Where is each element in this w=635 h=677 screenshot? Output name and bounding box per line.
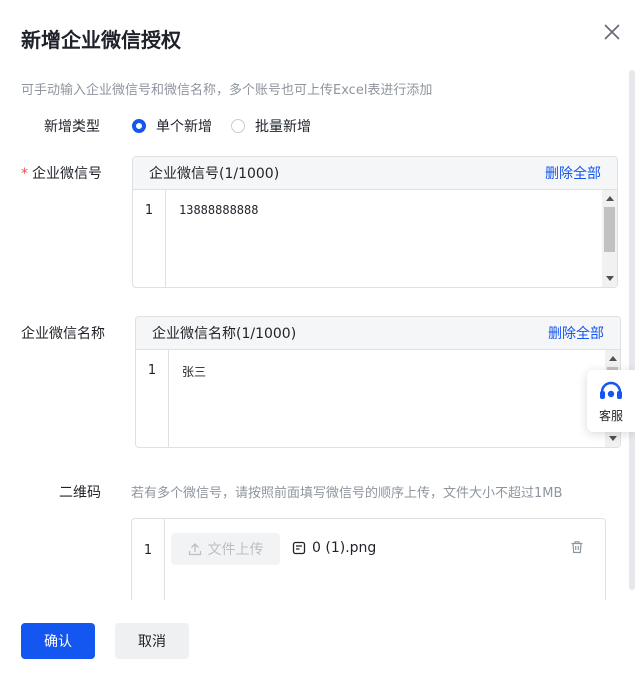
required-mark: * bbox=[21, 166, 28, 182]
line-number: 1 bbox=[133, 190, 166, 287]
wechat-name-textarea[interactable]: 张三 bbox=[182, 363, 206, 380]
headset-icon bbox=[600, 381, 622, 399]
confirm-button[interactable]: 确认 bbox=[21, 623, 95, 659]
wechat-id-scrollbar[interactable] bbox=[602, 190, 617, 287]
radio-unchecked-icon bbox=[231, 119, 245, 133]
wechat-name-editor-header: 企业微信名称(1/1000) 删除全部 bbox=[136, 317, 620, 350]
qrcode-hint: 若有多个微信号，请按照前面填写微信号的顺序上传，文件大小不超过1MB bbox=[131, 486, 563, 501]
radio-batch-add[interactable]: 批量新增 bbox=[231, 116, 311, 136]
customer-service-button[interactable]: 客服 bbox=[587, 370, 635, 432]
wechat-id-editor-header: 企业微信号(1/1000) 删除全部 bbox=[133, 157, 617, 190]
radio-single-add[interactable]: 单个新增 bbox=[132, 116, 212, 136]
wechat-name-editor: 企业微信名称(1/1000) 删除全部 1 张三 bbox=[135, 316, 621, 448]
wechat-id-delete-all-link[interactable]: 删除全部 bbox=[545, 163, 601, 183]
authorization-dialog: 新增企业微信授权 可手动输入企业微信号和微信名称，多个账号也可上传Excel表进… bbox=[0, 0, 635, 677]
qrcode-upload-list: 1 文件上传 0 (1).png bbox=[131, 518, 606, 608]
scroll-down-arrow-icon[interactable] bbox=[606, 276, 614, 281]
scroll-down-arrow-icon[interactable] bbox=[609, 436, 617, 441]
file-upload-button[interactable]: 文件上传 bbox=[171, 533, 280, 565]
wechat-id-label: * 企业微信号 bbox=[21, 163, 102, 183]
dialog-hint: 可手动输入企业微信号和微信名称，多个账号也可上传Excel表进行添加 bbox=[21, 83, 433, 98]
uploaded-file[interactable]: 0 (1).png bbox=[292, 540, 376, 556]
upload-icon bbox=[188, 543, 201, 556]
line-number: 1 bbox=[132, 519, 165, 608]
trash-icon[interactable] bbox=[570, 540, 584, 554]
scroll-up-arrow-icon[interactable] bbox=[606, 196, 614, 201]
uploaded-file-name: 0 (1).png bbox=[312, 540, 377, 556]
wechat-id-textarea[interactable]: 13888888888 bbox=[179, 203, 258, 217]
dialog-scrollbar[interactable] bbox=[629, 70, 635, 590]
close-icon[interactable] bbox=[602, 22, 622, 42]
wechat-id-editor-title: 企业微信号(1/1000) bbox=[149, 166, 280, 182]
wechat-name-delete-all-link[interactable]: 删除全部 bbox=[548, 323, 604, 343]
file-icon bbox=[292, 541, 306, 555]
radio-batch-add-label: 批量新增 bbox=[255, 119, 311, 135]
wechat-name-editor-title: 企业微信名称(1/1000) bbox=[152, 326, 297, 342]
scroll-thumb[interactable] bbox=[604, 207, 615, 252]
wechat-id-editor: 企业微信号(1/1000) 删除全部 1 13888888888 bbox=[132, 156, 618, 288]
file-upload-label: 文件上传 bbox=[207, 542, 264, 558]
wechat-name-label: 企业微信名称 bbox=[21, 326, 105, 342]
wechat-id-label-text: 企业微信号 bbox=[32, 166, 102, 182]
dialog-title: 新增企业微信授权 bbox=[21, 28, 181, 52]
customer-service-label: 客服 bbox=[598, 408, 623, 423]
line-number: 1 bbox=[136, 350, 169, 447]
add-type-label: 新增类型 bbox=[44, 119, 100, 135]
dialog-footer: 确认 取消 bbox=[0, 600, 635, 677]
scroll-up-arrow-icon[interactable] bbox=[609, 356, 617, 361]
radio-single-add-label: 单个新增 bbox=[156, 119, 212, 135]
cancel-button[interactable]: 取消 bbox=[115, 623, 189, 659]
radio-checked-icon bbox=[132, 119, 146, 133]
qrcode-label: 二维码 bbox=[59, 485, 101, 501]
